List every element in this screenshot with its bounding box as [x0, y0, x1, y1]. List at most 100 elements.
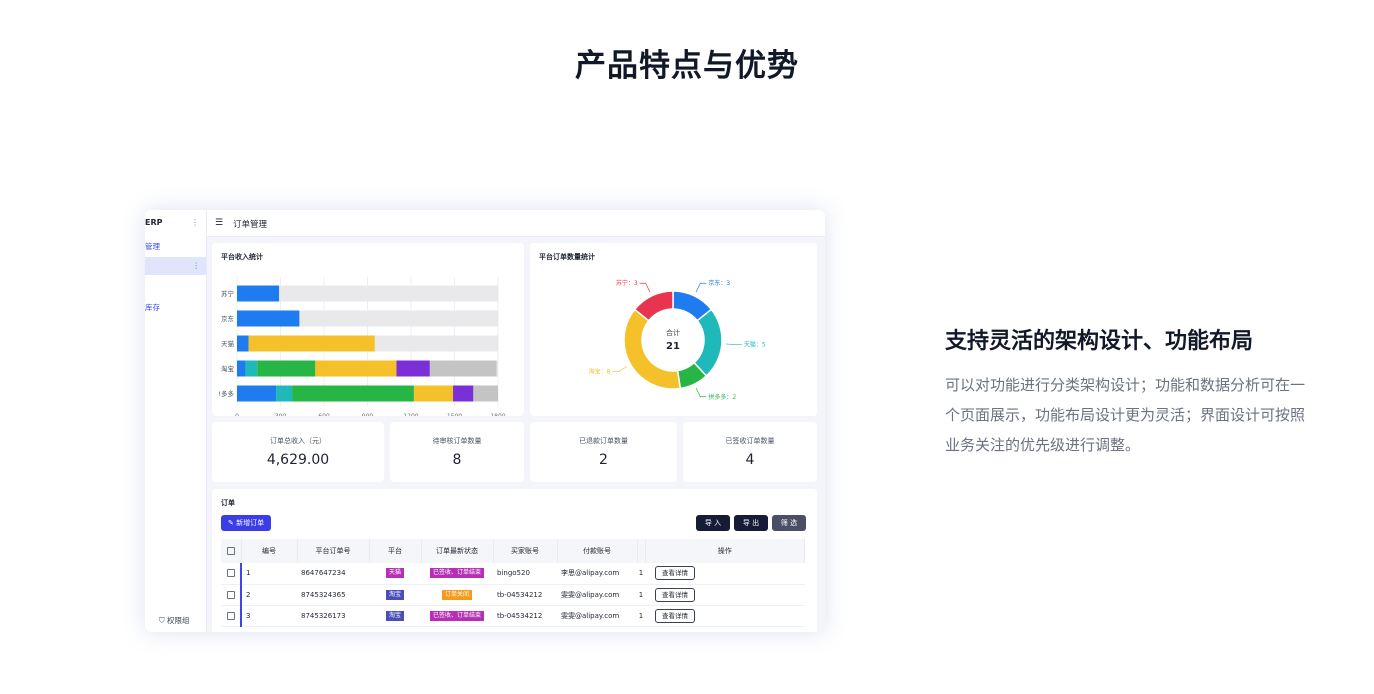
- stat-label: 已签收订单数量: [725, 437, 775, 445]
- shield-icon: ⛉: [159, 616, 165, 625]
- stat-value: 2: [599, 452, 608, 468]
- add-order-button[interactable]: ✎ 新增订单: [221, 515, 272, 531]
- bar-segment: [237, 360, 246, 377]
- stat-label: 订单总收入（元）: [270, 437, 326, 445]
- slice-label: 拼多多：2: [708, 393, 736, 401]
- filter-button[interactable]: 筛 选: [772, 515, 806, 531]
- stat-card-signed: 已签收订单数量 4: [683, 422, 817, 482]
- slice-label: 天猫：5: [744, 341, 766, 349]
- cell-buyer: bingo520: [493, 563, 557, 585]
- export-button[interactable]: 导 出: [734, 515, 768, 531]
- bar-segment: [429, 360, 497, 377]
- orders-card: 订单 ✎ 新增订单 导 入 导 出 筛 选 编号 平台订单号 平台 订单最新状态…: [212, 489, 817, 632]
- view-details-button[interactable]: 查看详情: [655, 587, 695, 602]
- table-row[interactable]: 1 8647647234 天猫 已签收、订单结束 bingo520 李思@alipay.c…: [221, 563, 805, 585]
- bar-segment: [292, 385, 414, 402]
- sidebar-item-inventory[interactable]: 库存: [145, 299, 206, 317]
- cell-extra: 1: [637, 563, 645, 585]
- x-tick-label: 1500: [447, 413, 462, 416]
- sidebar-more-icon[interactable]: ⋮: [191, 218, 199, 227]
- more-icon[interactable]: ⋮: [193, 257, 201, 275]
- stat-label: 待审核订单数量: [432, 437, 482, 445]
- x-tick-label: 600: [318, 413, 330, 416]
- x-tick-label: 1800: [490, 413, 505, 416]
- bar-segment: [315, 360, 397, 377]
- bar-segment: [248, 335, 375, 352]
- row-checkbox[interactable]: [226, 611, 235, 620]
- cell-buyer: tb-04534212: [493, 605, 557, 627]
- cell-payer: 雯雯@alipay.com: [557, 605, 637, 627]
- order-count-chart-card: 平台订单数量统计 京东：3 天猫：5 拼多多：2 淘宝：8 苏宁：3 合计 21: [530, 243, 817, 416]
- revenue-chart-card: 平台收入统计 0300600900120015001800苏宁京东天猫淘宝!多多: [212, 243, 524, 416]
- page-title: 产品特点与优势: [575, 48, 799, 84]
- row-checkbox[interactable]: [226, 590, 235, 599]
- stat-card-total-revenue: 订单总收入（元） 4,629.00: [212, 422, 384, 482]
- bar-segment: [257, 360, 316, 377]
- column-header[interactable]: 编号: [241, 539, 298, 563]
- bar-segment: [237, 310, 300, 327]
- menu-toggle-icon[interactable]: ☰: [215, 218, 223, 228]
- column-header[interactable]: 平台订单号: [297, 539, 370, 563]
- status-tag: 订单关闭: [441, 589, 472, 600]
- sidebar-footer-label: 权限组: [167, 616, 190, 625]
- x-tick-label: 900: [362, 413, 374, 416]
- add-order-label: 新增订单: [236, 519, 265, 527]
- platform-tag: 淘宝: [385, 610, 404, 621]
- topbar: ☰ 订单管理: [207, 210, 825, 237]
- stat-value: 4: [745, 452, 755, 468]
- select-all-cell: [221, 539, 242, 563]
- cell-action: 查看详情: [645, 605, 805, 627]
- stat-card-refunded: 已退款订单数量 2: [530, 422, 677, 482]
- stat-label: 已退款订单数量: [579, 437, 628, 445]
- view-details-button[interactable]: 查看详情: [655, 608, 695, 623]
- column-header[interactable]: 付款账号: [557, 539, 638, 563]
- category-label: 苏宁: [221, 289, 235, 298]
- platform-tag: 天猫: [385, 568, 404, 579]
- bar-segment: [237, 285, 280, 302]
- stat-value: 8: [452, 452, 462, 468]
- column-header[interactable]: 买家账号: [493, 539, 558, 563]
- edit-icon: ✎: [228, 519, 234, 527]
- bar-segment: [237, 385, 277, 402]
- bar-segment: [396, 360, 430, 377]
- brand-logo: ERP: [145, 218, 163, 227]
- erp-screenshot: ERP ⋮ 管理 ⋮ 库存 ⛉ 权限组 ☰ 订单管理 平台收入统计 030060…: [145, 210, 825, 632]
- order-donut-chart: 京东：3 天猫：5 拼多多：2 淘宝：8 苏宁：3 合计 21: [589, 279, 766, 401]
- row-checkbox[interactable]: [226, 569, 235, 578]
- slice-label: 苏宁：3: [616, 279, 638, 287]
- sidebar: ERP ⋮ 管理 ⋮ 库存 ⛉ 权限组: [145, 210, 207, 632]
- table-row[interactable]: 3 8745326173 淘宝 已签收、订单结束 tb-04534212 雯雯@alipa…: [221, 605, 805, 627]
- cell-extra: 1: [637, 584, 645, 606]
- cell-payer: 李思@alipay.com: [557, 563, 637, 585]
- sidebar-item-label: 库存: [145, 303, 160, 312]
- sidebar-item-orders[interactable]: ⋮: [145, 257, 206, 275]
- table-row[interactable]: 2 8745324365 淘宝 订单关闭 tb-04534212 雯雯@alipay.co…: [221, 584, 805, 606]
- bar-segment: [276, 385, 293, 402]
- cell-buyer: tb-04534212: [493, 584, 557, 606]
- x-tick-label: 300: [275, 413, 287, 416]
- row-select-cell: [221, 605, 241, 627]
- cell-action: 查看详情: [645, 563, 805, 585]
- category-label: 淘宝: [221, 364, 235, 373]
- import-button[interactable]: 导 入: [696, 515, 730, 531]
- stat-card-pending: 待审核订单数量 8: [390, 422, 524, 482]
- label-leader-line: [695, 282, 707, 293]
- bar-segment: [237, 335, 249, 352]
- bar-segment: [413, 385, 454, 402]
- cell-status: 已签收、订单结束: [421, 605, 493, 627]
- column-header[interactable]: 订单最新状态: [421, 539, 494, 563]
- sidebar-item-management[interactable]: 管理: [145, 238, 206, 256]
- bar-segment: [453, 385, 474, 402]
- orders-table: 编号 平台订单号 平台 订单最新状态 买家账号 付款账号 操作 1 8647647…: [221, 539, 805, 627]
- cell-id: 2: [240, 584, 297, 606]
- cell-action: 查看详情: [645, 584, 805, 606]
- sidebar-item-permission-group[interactable]: ⛉ 权限组: [159, 615, 190, 626]
- column-header[interactable]: 平台: [369, 539, 422, 563]
- label-leader-line: [612, 366, 628, 372]
- sidebar-item-other[interactable]: [145, 278, 206, 296]
- cell-order-no: 8745326173: [297, 605, 369, 627]
- donut-center-value: 21: [666, 341, 680, 352]
- view-details-button[interactable]: 查看详情: [655, 566, 695, 581]
- select-all-checkbox[interactable]: [226, 547, 235, 555]
- breadcrumb: 订单管理: [233, 220, 268, 230]
